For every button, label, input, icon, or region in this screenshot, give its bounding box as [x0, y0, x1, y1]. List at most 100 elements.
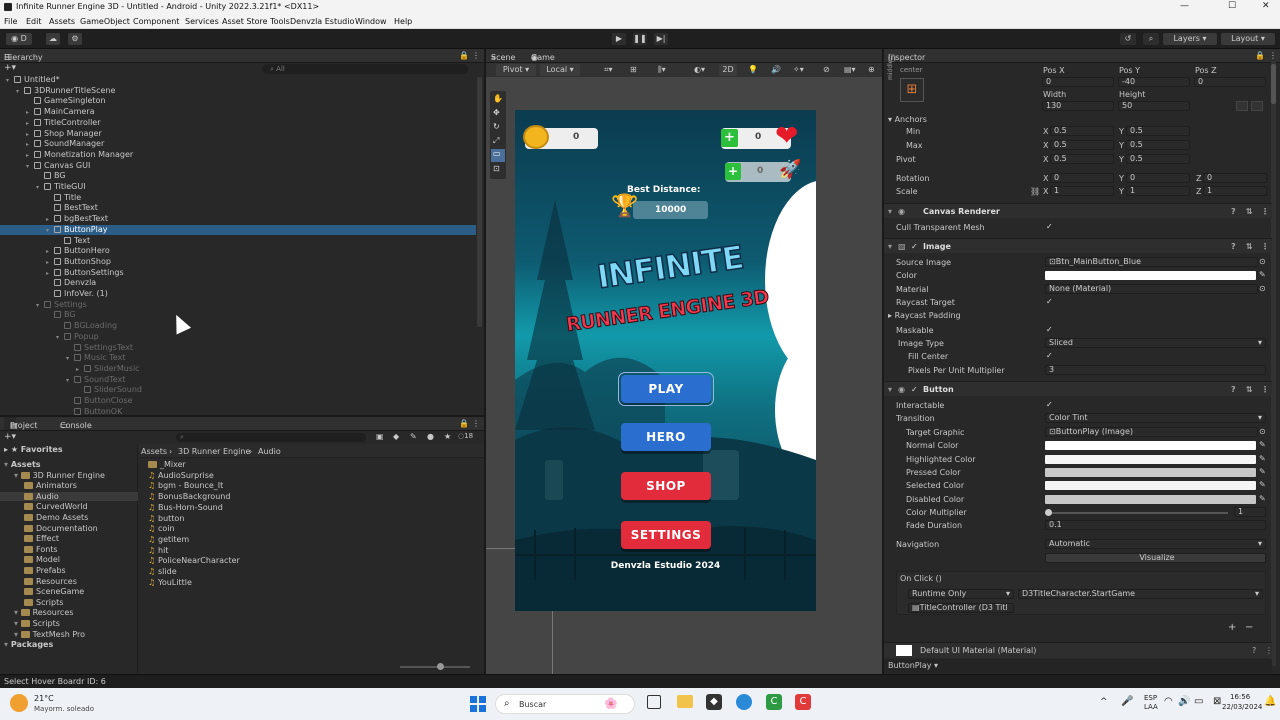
- wifi-icon[interactable]: ◠: [1164, 696, 1173, 707]
- hierarchy-search-input[interactable]: ⌕ All: [262, 64, 468, 74]
- help-icon[interactable]: ?: [1252, 646, 1256, 655]
- project-folder-item[interactable]: Animators: [0, 481, 138, 490]
- zoom-slider[interactable]: [400, 666, 470, 668]
- camtasia-icon[interactable]: C: [766, 694, 782, 710]
- runtime-dropdown[interactable]: Runtime Only ▾: [908, 589, 1014, 599]
- raycast-padding-foldout[interactable]: ▸ Raycast Padding: [888, 311, 961, 320]
- hierarchy-row[interactable]: InfoVer. (1): [0, 289, 476, 300]
- eyedropper-icon[interactable]: ✎: [1259, 270, 1266, 279]
- project-folder-item[interactable]: Prefabs: [0, 566, 138, 575]
- project-file-item[interactable]: ♫ coin: [148, 524, 175, 533]
- tag-icon[interactable]: ✎: [410, 432, 417, 441]
- notifications-icon[interactable]: 🔔: [1264, 696, 1276, 707]
- language-layout[interactable]: LAA: [1144, 703, 1158, 711]
- menu-services[interactable]: Services: [185, 17, 219, 26]
- project-folder-item[interactable]: ▾ Scripts: [0, 619, 138, 628]
- object-picker-icon[interactable]: ⊙: [1259, 427, 1266, 436]
- search-icon[interactable]: ⌕: [1143, 33, 1159, 45]
- foldout-arrow-icon[interactable]: ▾: [4, 460, 11, 469]
- menu-edit[interactable]: Edit: [26, 17, 42, 26]
- rotate-tool-icon[interactable]: ↻: [493, 122, 500, 131]
- add-icon[interactable]: +▾: [4, 432, 16, 442]
- add-lives-button[interactable]: +: [721, 129, 738, 147]
- add-icon[interactable]: +▾: [4, 63, 16, 73]
- toggle-2d-button[interactable]: 2D: [719, 64, 737, 76]
- project-folder-item[interactable]: Documentation: [0, 524, 138, 533]
- hierarchy-row[interactable]: BG: [0, 310, 476, 321]
- project-folder-item[interactable]: Fonts: [0, 545, 138, 554]
- target-graphic-field[interactable]: ⊡ButtonPlay (Image): [1045, 427, 1258, 437]
- screen-capture-icon[interactable]: ⊠: [1213, 696, 1221, 707]
- project-folder-item[interactable]: ▾ Packages: [0, 640, 138, 649]
- help-icon[interactable]: ?: [1231, 385, 1236, 394]
- pivot-dropdown[interactable]: Pivot ▾: [496, 64, 536, 76]
- language-code[interactable]: ESP: [1144, 694, 1157, 702]
- scale-z-input[interactable]: 1: [1203, 186, 1267, 196]
- project-folder-item[interactable]: Model: [0, 555, 138, 564]
- hero-menu-button[interactable]: HERO: [621, 423, 711, 451]
- volume-icon[interactable]: 🔊: [1178, 696, 1190, 707]
- presets-icon[interactable]: ⇅: [1246, 242, 1253, 251]
- image-component-header[interactable]: ▾ ▨ ✓ Image ? ⇅ ⋮: [884, 238, 1272, 253]
- menu-asset-store-tools[interactable]: Asset Store Tools: [222, 17, 290, 26]
- history-icon[interactable]: ↺: [1120, 33, 1136, 45]
- function-dropdown[interactable]: D3TitleCharacter.StartGame ▾: [1018, 589, 1263, 599]
- foldout-arrow-icon[interactable]: ▾: [4, 640, 11, 649]
- blueprint-mode-button[interactable]: [1236, 101, 1248, 111]
- project-file-item[interactable]: ♫ YouLittle: [148, 578, 192, 587]
- preview-object-label[interactable]: ButtonPlay ▾: [888, 661, 938, 670]
- account-button[interactable]: ◉ D: [6, 33, 32, 45]
- hierarchy-row[interactable]: ▾ TitleGUI: [0, 182, 476, 193]
- recorder-icon[interactable]: C: [795, 694, 811, 710]
- project-folder-item[interactable]: ▾ TextMesh Pro: [0, 630, 138, 639]
- shop-menu-button[interactable]: SHOP: [621, 472, 711, 500]
- color-multiplier-handle[interactable]: [1045, 509, 1052, 516]
- more-icon[interactable]: ⋮: [1261, 242, 1269, 251]
- presets-icon[interactable]: ⇅: [1246, 385, 1253, 394]
- start-button[interactable]: [470, 696, 486, 712]
- navigation-dropdown[interactable]: Automatic ▾: [1045, 539, 1266, 549]
- hierarchy-row[interactable]: ▸ ButtonHero: [0, 246, 476, 257]
- posy-input[interactable]: -40: [1118, 77, 1190, 87]
- normal-color-swatch[interactable]: [1045, 441, 1256, 450]
- fill-center-checkbox[interactable]: ✓: [1046, 351, 1055, 360]
- scale-x-input[interactable]: 1: [1050, 186, 1114, 196]
- menu-help[interactable]: Help: [394, 17, 412, 26]
- project-file-item[interactable]: ♫ getitem: [148, 535, 189, 544]
- camera-icon[interactable]: ▤▾: [844, 65, 856, 74]
- hidden-objects-icon[interactable]: ⊘: [823, 65, 830, 74]
- project-file-item[interactable]: ♫ bgm - Bounce_It: [148, 481, 223, 490]
- pivot-x-input[interactable]: 0.5: [1050, 154, 1114, 164]
- more-icon[interactable]: ⋮: [1261, 385, 1269, 394]
- project-file-item[interactable]: ♫ slide: [148, 567, 177, 576]
- inspector-scroll-thumb[interactable]: [1271, 64, 1276, 104]
- settings-menu-button[interactable]: SETTINGS: [621, 521, 711, 549]
- highlighted-color-swatch[interactable]: [1045, 455, 1256, 464]
- hierarchy-row[interactable]: Title: [0, 193, 476, 204]
- hierarchy-row[interactable]: ▸ SoundManager: [0, 139, 476, 150]
- collab-icon[interactable]: ⚙: [68, 33, 82, 45]
- button-enabled-checkbox[interactable]: ✓: [911, 385, 918, 394]
- taskbar-search[interactable]: ⌕ Buscar 🌸: [495, 694, 635, 714]
- anchors-foldout[interactable]: ▾ Anchors: [888, 115, 927, 124]
- menu-assets[interactable]: Assets: [49, 17, 75, 26]
- project-folder-item[interactable]: Effect: [0, 534, 138, 543]
- ppu-multiplier-input[interactable]: 3: [1045, 365, 1266, 375]
- menu-window[interactable]: Window: [355, 17, 387, 26]
- anchors-max-y-input[interactable]: 0.5: [1126, 140, 1190, 150]
- hierarchy-row[interactable]: ▸ ButtonShop: [0, 257, 476, 268]
- hierarchy-row[interactable]: ▸ Monetization Manager: [0, 150, 476, 161]
- layout-dropdown[interactable]: Layout ▾: [1221, 33, 1275, 45]
- play-button[interactable]: ▶: [612, 33, 626, 45]
- maximize-icon[interactable]: ☐: [1228, 1, 1236, 11]
- hierarchy-row[interactable]: ▸ ButtonSettings: [0, 268, 476, 279]
- hierarchy-row[interactable]: ▸ bgBestText: [0, 214, 476, 225]
- hierarchy-row[interactable]: ButtonOK: [0, 407, 476, 415]
- battery-icon[interactable]: ▭: [1194, 696, 1203, 707]
- lock-icon[interactable]: 🔒: [1255, 51, 1265, 60]
- breadcrumb-assets[interactable]: Assets: [141, 447, 167, 456]
- move-tool-icon[interactable]: ✥: [493, 108, 500, 117]
- snap-increment-icon[interactable]: ⊞: [630, 65, 637, 74]
- cloud-icon[interactable]: ☁: [46, 33, 60, 45]
- rect-tool-icon[interactable]: ▭: [491, 149, 505, 162]
